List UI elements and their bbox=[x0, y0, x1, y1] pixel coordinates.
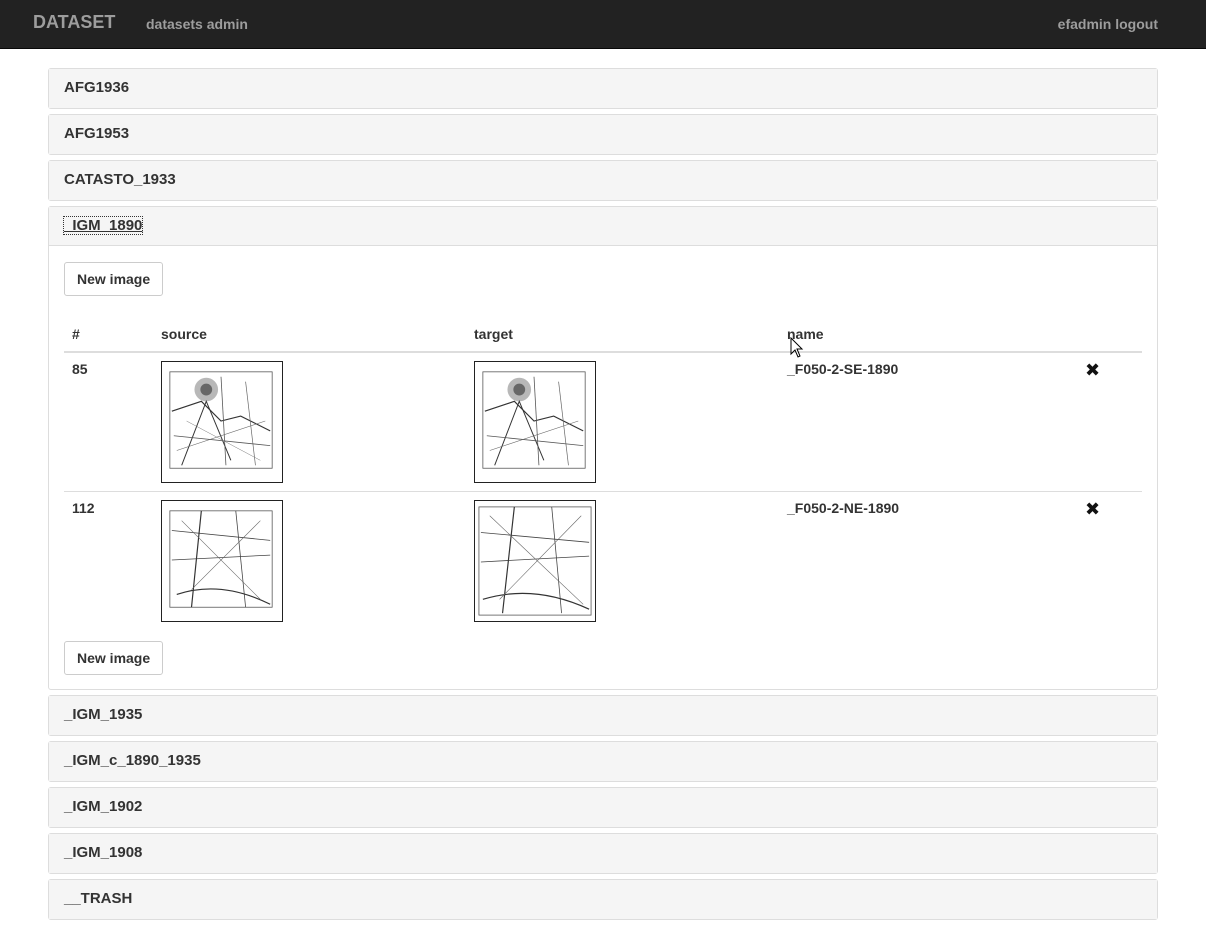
dataset-panel: _IGM_1902 bbox=[48, 786, 1158, 828]
dataset-panel: AFG1936 bbox=[48, 68, 1158, 109]
remove-icon[interactable]: ✖ bbox=[1085, 500, 1100, 518]
row-id: 85 bbox=[72, 361, 88, 377]
new-image-button[interactable]: New image bbox=[64, 640, 164, 675]
dataset-panel-open: _IGM_1890 New image # source target name… bbox=[48, 206, 1158, 690]
dataset-panel: _IGM_1908 bbox=[48, 832, 1158, 874]
new-image-button[interactable]: New image bbox=[64, 262, 164, 296]
dataset-panel-heading[interactable]: _IGM_1908 bbox=[49, 833, 1157, 873]
actions-cell: ✖ bbox=[1075, 491, 1142, 631]
dataset-panel-heading[interactable]: _IGM_1935 bbox=[49, 695, 1157, 735]
column-header-target: target bbox=[466, 316, 779, 353]
brand-logo[interactable]: DATASET bbox=[33, 12, 115, 33]
dataset-panel-heading[interactable]: _IGM_c_1890_1935 bbox=[49, 741, 1157, 781]
remove-icon[interactable]: ✖ bbox=[1085, 361, 1100, 379]
user-logout-link[interactable]: efadmin logout bbox=[1058, 16, 1158, 32]
row-id: 112 bbox=[64, 491, 153, 631]
images-table: # source target name 85 _F050-2-SE-1890 … bbox=[64, 316, 1142, 631]
row-name: _F050-2-SE-1890 bbox=[787, 361, 899, 377]
table-row: 85 _F050-2-SE-1890 ✖ bbox=[64, 352, 1142, 492]
dataset-panel: AFG1953 bbox=[48, 114, 1158, 155]
actions-cell: ✖ bbox=[1075, 352, 1142, 492]
dataset-panel: CATASTO_1933 bbox=[48, 160, 1158, 201]
source-cell bbox=[153, 491, 466, 631]
source-map-thumbnail[interactable] bbox=[161, 500, 283, 622]
dataset-panel-heading[interactable]: __TRASH bbox=[49, 879, 1157, 919]
dataset-panel: _IGM_1935 bbox=[48, 694, 1158, 736]
mouse-cursor-icon bbox=[790, 337, 804, 358]
dataset-panel-heading[interactable]: CATASTO_1933 bbox=[49, 161, 1157, 200]
dataset-panel: _IGM_c_1890_1935 bbox=[48, 740, 1158, 782]
source-map-thumbnail[interactable] bbox=[161, 361, 283, 483]
dataset-panel: __TRASH bbox=[48, 878, 1158, 920]
dataset-panel-heading[interactable]: _IGM_1902 bbox=[49, 787, 1157, 827]
target-map-thumbnail[interactable] bbox=[474, 500, 596, 622]
target-cell bbox=[466, 352, 779, 492]
navbar: DATASET datasets admin efadmin logout bbox=[0, 0, 1206, 49]
dataset-panel-title[interactable]: _IGM_1890 bbox=[62, 216, 144, 235]
column-header-id: # bbox=[64, 316, 153, 353]
datasets-accordion: AFG1936 AFG1953 CATASTO_1933 _IGM_1890 N… bbox=[48, 68, 1158, 925]
column-header-name: name bbox=[779, 316, 1075, 353]
dataset-panel-heading[interactable]: AFG1936 bbox=[49, 69, 1157, 108]
table-row: 112 _F050-2-NE-1890 ✖ bbox=[64, 491, 1142, 631]
target-map-thumbnail[interactable] bbox=[474, 361, 596, 483]
target-cell bbox=[466, 491, 779, 631]
dataset-panel-heading[interactable]: _IGM_1890 bbox=[49, 207, 1157, 246]
dataset-panel-heading[interactable]: AFG1953 bbox=[49, 115, 1157, 154]
column-header-actions bbox=[1075, 316, 1142, 353]
source-cell bbox=[153, 352, 466, 492]
datasets-admin-link[interactable]: datasets admin bbox=[146, 16, 248, 32]
dataset-panel-body: New image # source target name 85 _F050-… bbox=[49, 246, 1157, 689]
row-name: _F050-2-NE-1890 bbox=[779, 491, 1075, 631]
column-header-source: source bbox=[153, 316, 466, 353]
